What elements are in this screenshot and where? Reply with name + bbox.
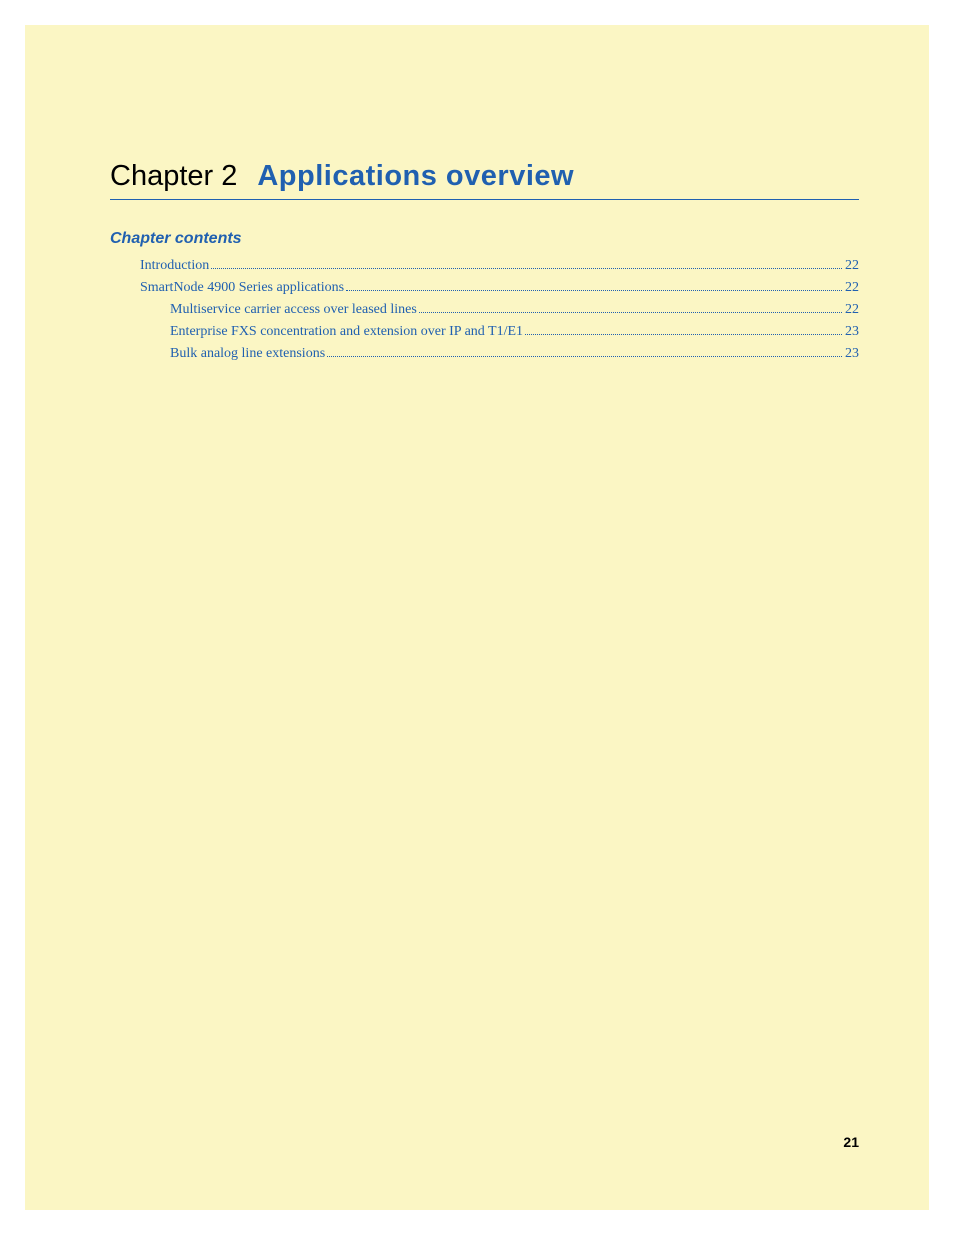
toc-entry[interactable]: Introduction 22 [140, 258, 859, 274]
toc-leader-dots [211, 268, 842, 269]
toc-entry-page: 22 [845, 302, 859, 318]
chapter-title: Applications overview [257, 160, 574, 193]
toc-entry-page: 22 [845, 280, 859, 296]
toc-leader-dots [525, 334, 842, 335]
toc-entry[interactable]: SmartNode 4900 Series applications 22 [140, 280, 859, 296]
table-of-contents: Introduction 22 SmartNode 4900 Series ap… [110, 258, 859, 362]
toc-entry[interactable]: Bulk analog line extensions 23 [140, 346, 859, 362]
toc-entry-page: 22 [845, 258, 859, 274]
toc-leader-dots [346, 290, 842, 291]
page-number: 21 [843, 1134, 859, 1150]
toc-entry-page: 23 [845, 324, 859, 340]
toc-entry-label: Introduction [140, 258, 209, 274]
toc-entry-label: Multiservice carrier access over leased … [170, 302, 417, 318]
document-page: Chapter 2 Applications overview Chapter … [25, 25, 929, 1210]
contents-heading: Chapter contents [110, 230, 859, 248]
toc-entry-label: Bulk analog line extensions [170, 346, 325, 362]
toc-entry-label: SmartNode 4900 Series applications [140, 280, 344, 296]
toc-entry[interactable]: Multiservice carrier access over leased … [140, 302, 859, 318]
toc-entry[interactable]: Enterprise FXS concentration and extensi… [140, 324, 859, 340]
chapter-heading: Chapter 2 Applications overview [110, 160, 859, 200]
chapter-label: Chapter 2 [110, 160, 237, 193]
toc-leader-dots [419, 312, 842, 313]
toc-entry-page: 23 [845, 346, 859, 362]
toc-leader-dots [327, 356, 842, 357]
toc-entry-label: Enterprise FXS concentration and extensi… [170, 324, 523, 340]
